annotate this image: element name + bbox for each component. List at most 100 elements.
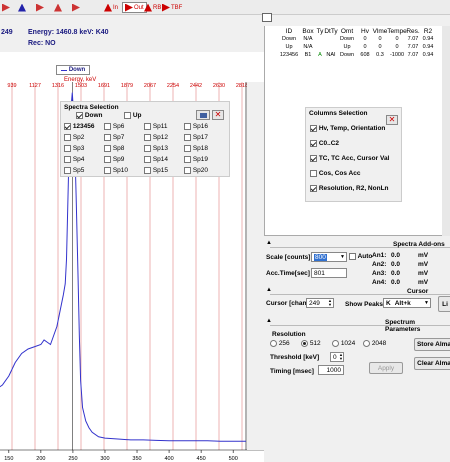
cursor-input[interactable]: 249 ▲ ▼ (306, 298, 334, 308)
status-left-value: 249 (1, 29, 13, 36)
spectrum-label: Sp18 (192, 145, 208, 153)
checkbox (104, 134, 111, 141)
toolbar-btn-3-button[interactable] (36, 2, 45, 13)
resolution-label: 512 (309, 340, 321, 348)
clear-alma-button[interactable]: Clear Alma (414, 357, 450, 370)
spectrum-checkbox[interactable]: 123456 (64, 123, 95, 130)
spectrum-checkbox[interactable]: Sp14 (144, 156, 168, 163)
resolution-radio[interactable]: 1024 (332, 340, 355, 347)
column-checkbox[interactable]: Hv, Temp, Orientation (310, 125, 385, 132)
timing-input[interactable]: 1000 (318, 365, 344, 375)
table-row[interactable]: 123456 B1 A NAI Down 608 0.3 -1000 7.07 0.94 (265, 52, 443, 60)
table-header-cell[interactable]: Res. (406, 28, 419, 35)
analog-value: 0.0 (391, 252, 401, 259)
toolbar-rb-button[interactable]: RB (144, 2, 161, 13)
spectra-top-item[interactable]: Down (76, 112, 103, 119)
spectrum-checkbox[interactable]: Sp9 (104, 156, 124, 163)
spectrum-checkbox[interactable]: Sp16 (184, 123, 208, 130)
toolbar-out-button[interactable]: Out (122, 2, 147, 13)
checkbox (104, 167, 111, 174)
store-alma-button[interactable]: Store Alma (414, 338, 450, 351)
table-scrollbar[interactable] (442, 26, 450, 236)
resolution-label: 1024 (340, 340, 356, 348)
columns-close-button[interactable]: ✕ (386, 115, 398, 125)
column-checkbox[interactable]: TC, TC Acc, Cursor Val (310, 155, 389, 162)
column-checkbox[interactable]: Cos, Cos Acc (310, 170, 360, 177)
threshold-input[interactable]: 0 ▲ ▼ (330, 352, 344, 362)
toolbar-btn-5-button[interactable] (72, 2, 81, 13)
resolution-radio[interactable]: 512 (301, 340, 321, 347)
spectrum-checkbox[interactable]: Sp18 (184, 145, 208, 152)
column-checkbox[interactable]: Resolution, R2, NonLn (310, 185, 389, 192)
tbf-icon (162, 3, 170, 12)
peaks-value: K (386, 299, 391, 307)
spectrum-checkbox[interactable]: Sp11 (144, 123, 168, 130)
table-header-cell[interactable]: Tempe (387, 28, 407, 35)
analog-unit: mV (418, 279, 429, 286)
toolbar-btn-1-button[interactable] (2, 2, 11, 13)
list-button[interactable]: Li (438, 296, 450, 312)
toolbar-tbf-button[interactable]: TBF (162, 2, 182, 13)
spectrum-checkbox[interactable]: Sp12 (144, 134, 168, 141)
table-header-cell[interactable]: Omt (341, 28, 353, 35)
x-tick-label: 400 (164, 456, 173, 462)
chevron-down-icon: ▼ (424, 300, 429, 306)
checkbox (144, 145, 151, 152)
window-restore-button[interactable] (262, 13, 272, 22)
table-header-cell[interactable]: Ty (317, 28, 324, 35)
auto-checkbox[interactable]: Auto (349, 253, 372, 260)
toolbar-in-button[interactable]: In (104, 2, 118, 13)
spectrum-label: Sp15 (152, 167, 168, 175)
table-header-cell[interactable]: R2 (424, 28, 432, 35)
spectrum-checkbox[interactable]: Sp2 (64, 134, 84, 141)
scale-input[interactable]: 800 ▼ (311, 252, 347, 262)
spectrum-checkbox[interactable]: Sp19 (184, 156, 208, 163)
acc-time-input[interactable]: 801 (311, 268, 347, 278)
table-header-cell[interactable]: Box (302, 28, 313, 35)
table-cell: N/A (303, 44, 313, 50)
resolution-label: 2048 (371, 340, 387, 348)
spectrum-label: Sp2 (72, 134, 85, 142)
resolution-radio[interactable]: 2048 (363, 340, 386, 347)
table-cell: 0.3 (376, 52, 384, 58)
spectrum-checkbox[interactable]: Sp7 (104, 134, 124, 141)
spectrum-checkbox[interactable]: Sp20 (184, 167, 208, 174)
timing-label: Timing [msec] (270, 368, 314, 375)
apply-button[interactable]: Apply (369, 362, 403, 374)
spectrum-checkbox[interactable]: Sp15 (144, 167, 168, 174)
table-header-cell[interactable]: Vlme (373, 28, 388, 35)
spectrum-checkbox[interactable]: Sp6 (104, 123, 124, 130)
spectrum-checkbox[interactable]: Sp8 (104, 145, 124, 152)
spectrum-label: Sp7 (112, 134, 125, 142)
energy-tick-label: 2254 (167, 83, 179, 89)
checkbox (144, 156, 151, 163)
checkbox (64, 145, 71, 152)
checkbox (144, 134, 151, 141)
resolution-radio[interactable]: 256 (270, 340, 290, 347)
show-peaks-select[interactable]: K Alt+k ▼ (383, 298, 431, 308)
cursor-title: Cursor (407, 288, 429, 295)
spectrum-checkbox[interactable]: Sp5 (64, 167, 84, 174)
column-checkbox[interactable]: C0..C2 (310, 140, 339, 147)
table-row[interactable]: Up N/A Up 0 0 0 7.07 0.94 (265, 44, 443, 52)
spectrum-checkbox[interactable]: Sp4 (64, 156, 84, 163)
table-header-cell[interactable]: ID (286, 28, 293, 35)
table-header-cell[interactable]: Hv (361, 28, 369, 35)
table-cell: NAI (326, 52, 336, 58)
x-tick-label: 350 (132, 456, 141, 462)
radio (332, 340, 339, 347)
table-header-cell[interactable]: DtTy (324, 28, 337, 35)
table-row[interactable]: Down N/A Down 0 0 0 7.07 0.94 (265, 36, 443, 44)
spectra-icon-button[interactable] (196, 110, 210, 120)
toolbar-label: In (113, 4, 119, 11)
spectra-close-button[interactable]: ✕ (212, 110, 224, 120)
spectrum-checkbox[interactable]: Sp3 (64, 145, 84, 152)
x-tick-label: 450 (197, 456, 206, 462)
toolbar-btn-2-button[interactable] (18, 2, 27, 13)
spectrum-checkbox[interactable]: Sp17 (184, 134, 208, 141)
spectrum-checkbox[interactable]: Sp13 (144, 145, 168, 152)
spectrum-checkbox[interactable]: Sp10 (104, 167, 128, 174)
spectra-top-item[interactable]: Up (124, 112, 141, 119)
table-cell: N/A (303, 36, 313, 42)
toolbar-btn-4-button[interactable] (54, 2, 63, 13)
